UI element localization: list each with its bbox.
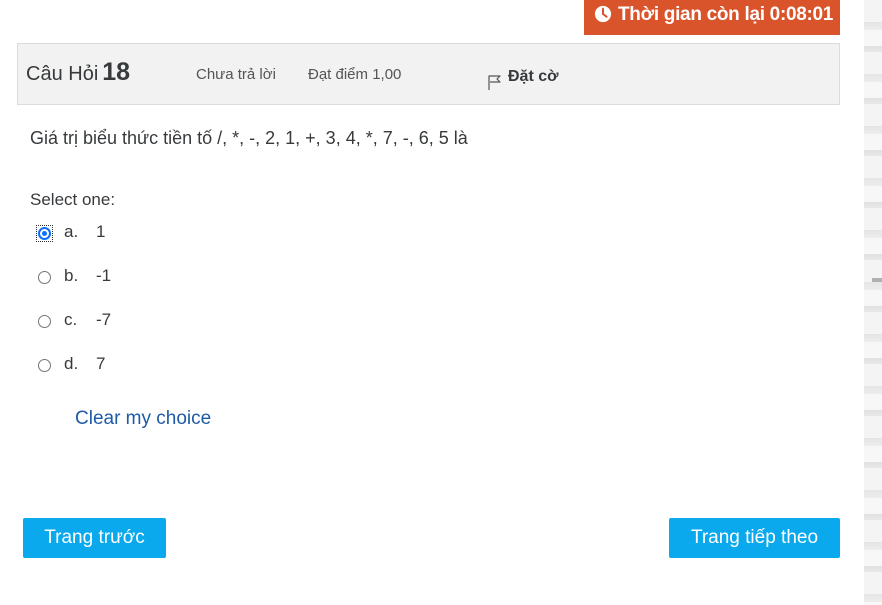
- flag-icon: [488, 75, 501, 90]
- answer-value: 7: [96, 354, 106, 373]
- answer-option-b[interactable]: b. -1: [38, 266, 111, 310]
- clock-icon: [594, 5, 612, 23]
- answer-list: a. 1 b. -1 c. -7 d. 7: [36, 222, 111, 398]
- answer-option-d[interactable]: d. 7: [38, 354, 111, 398]
- question-number: Câu Hỏi 18: [26, 58, 130, 87]
- question-grade: Đạt điểm 1,00: [308, 66, 402, 83]
- question-text: Giá trị biểu thức tiền tố /, *, -, 2, 1,…: [30, 128, 468, 148]
- answer-letter: c.: [64, 310, 78, 329]
- answer-value: -7: [96, 310, 112, 329]
- question-info-header: Câu Hỏi 18 Chưa trả lời Đạt điểm 1,00 Đặt…: [17, 43, 840, 105]
- quiz-page: Thời gian còn lại 0:08:01 Câu Hỏi 18 Chưa…: [0, 0, 882, 605]
- previous-page-button[interactable]: Trang trước: [23, 518, 166, 558]
- answer-radio-d[interactable]: [38, 359, 51, 372]
- clear-choice-link[interactable]: Clear my choice: [75, 408, 211, 430]
- answer-option-c[interactable]: c. -7: [38, 310, 111, 354]
- background-strip: [864, 0, 882, 605]
- answer-value: 1: [96, 222, 106, 241]
- question-number-value: 18: [102, 58, 131, 86]
- next-page-button[interactable]: Trang tiếp theo: [669, 518, 840, 558]
- question-state: Chưa trả lời: [196, 66, 276, 83]
- answer-letter: d.: [64, 354, 79, 373]
- answer-letter: a.: [64, 222, 79, 241]
- answer-option-a[interactable]: a. 1: [36, 222, 111, 266]
- answer-prompt: Select one:: [30, 190, 116, 209]
- question-number-prefix: Câu Hỏi: [26, 63, 99, 85]
- answer-letter: b.: [64, 266, 79, 285]
- answer-value: -1: [96, 266, 112, 285]
- timer-label: Thời gian còn lại 0:08:01: [618, 4, 834, 25]
- flag-question-button[interactable]: Đặt cờ: [486, 64, 559, 92]
- timer-badge: Thời gian còn lại 0:08:01: [584, 0, 840, 35]
- answer-radio-c[interactable]: [38, 315, 51, 328]
- answer-radio-a[interactable]: [38, 227, 51, 240]
- flag-label: Đặt cờ: [508, 68, 559, 85]
- answer-radio-b[interactable]: [38, 271, 51, 284]
- decorative-mark: [872, 278, 882, 282]
